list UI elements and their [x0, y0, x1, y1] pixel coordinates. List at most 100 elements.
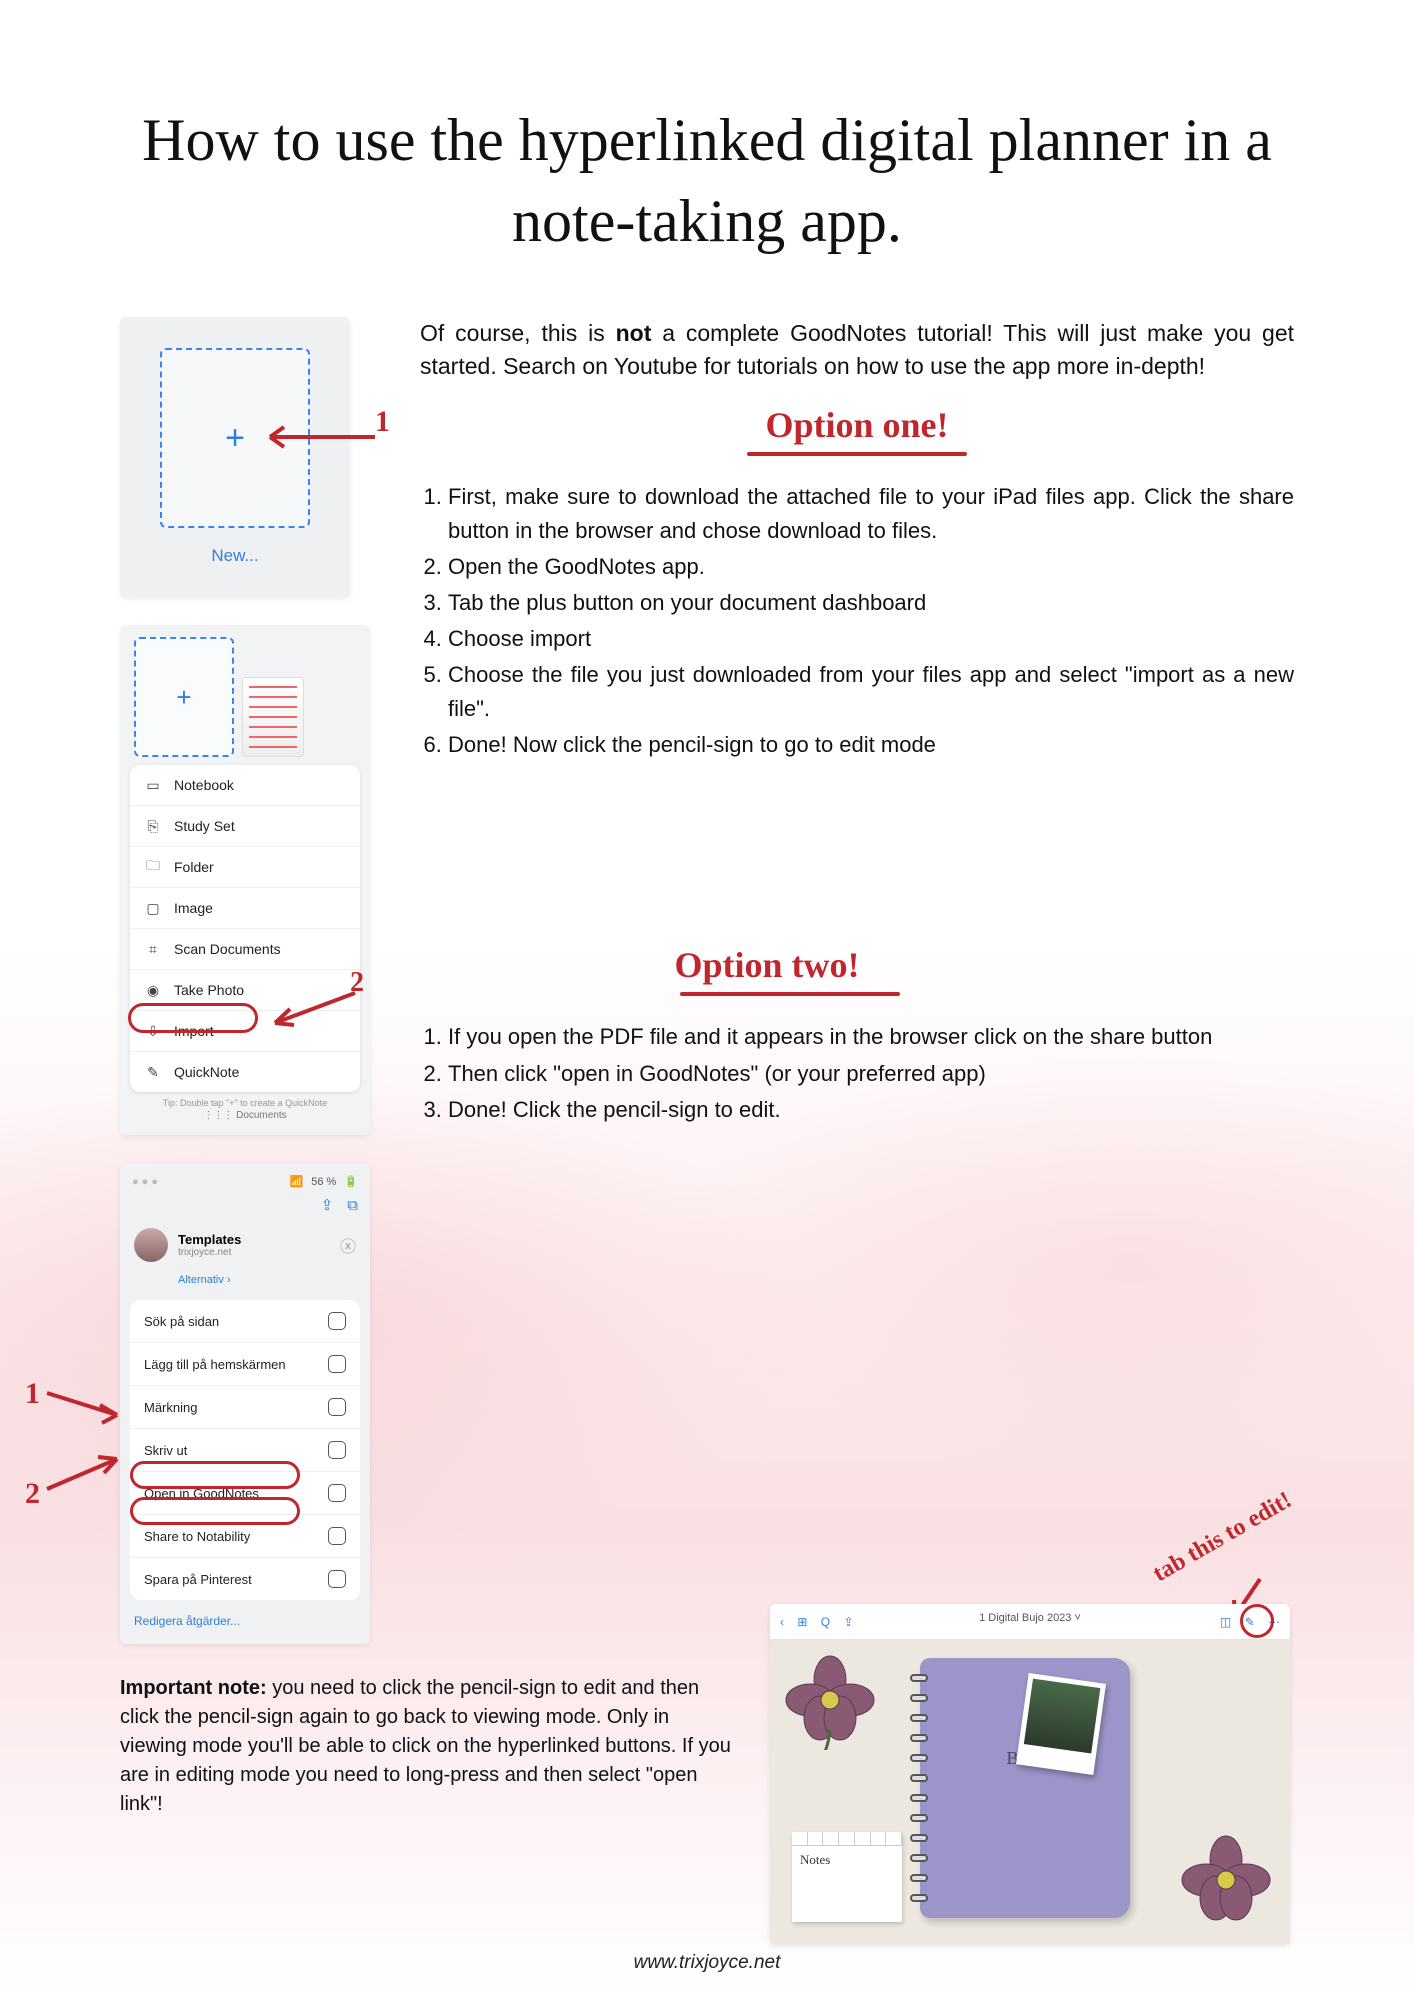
action-icon	[328, 1441, 346, 1459]
footer-url: www.trixjoyce.net	[0, 1952, 1414, 1974]
menu-item-notebook: ▭ Notebook	[130, 765, 360, 806]
mini-new-box: +	[134, 637, 234, 757]
quicknote-icon: ✎	[144, 1063, 162, 1081]
menu-item-label: Take Photo	[174, 982, 244, 998]
option-one-steps: First, make sure to download the attache…	[420, 480, 1294, 763]
sticky-note: Notes	[792, 1832, 902, 1922]
important-note: Important note: you need to click the pe…	[120, 1674, 740, 1819]
share-item-label: Skriv ut	[144, 1443, 187, 1458]
scan-icon: ⌗	[144, 940, 162, 958]
arrow-annotation-1b	[42, 1385, 127, 1425]
screenshot-new-document: + New... 1	[120, 317, 350, 597]
step-item: Open the GoodNotes app.	[448, 550, 1294, 584]
share-item-open-in-goodnotes: Open in GoodNotes	[130, 1472, 360, 1515]
planner-notebook-cover: BuJo	[920, 1658, 1130, 1918]
camera-icon: ◉	[144, 981, 162, 999]
annotation-number-1b: 1	[25, 1377, 40, 1411]
step-item: Done! Now click the pencil-sign to go to…	[448, 728, 1294, 762]
option-two-heading: Option two!	[240, 944, 1294, 986]
option-two-steps: If you open the PDF file and it appears …	[420, 1020, 1294, 1126]
share-icon: ⇪	[321, 1196, 334, 1214]
spiral-binding	[910, 1668, 930, 1908]
share-item-share-to-notability: Share to Notability	[130, 1515, 360, 1558]
menu-item-label: Import	[174, 1023, 214, 1039]
menu-item-image: ▢ Image	[130, 888, 360, 929]
step-item: Choose the file you just downloaded from…	[448, 658, 1294, 726]
arrow-annotation-2b	[42, 1447, 127, 1497]
step-item: If you open the PDF file and it appears …	[448, 1020, 1294, 1054]
action-icon	[328, 1398, 346, 1416]
menu-item-folder: 🗀 Folder	[130, 847, 360, 888]
image-icon: ▢	[144, 899, 162, 917]
menu-item-import: ⇩ Import	[130, 1011, 360, 1052]
action-icon	[328, 1570, 346, 1588]
share-item-m-rkning: Märkning	[130, 1386, 360, 1429]
step-item: Tab the plus button on your document das…	[448, 586, 1294, 620]
studyset-icon: ⎘	[144, 817, 162, 835]
step-item: Done! Click the pencil-sign to edit.	[448, 1093, 1294, 1127]
option-two-underline	[680, 992, 900, 996]
screenshot-share-sheet: ●●● 📶56 %🔋 ⇪ ⧉ Templates trixjoyce.net ⓧ…	[120, 1163, 370, 1644]
share-item-label: Share to Notability	[144, 1529, 250, 1544]
share-item-label: Lägg till på hemskärmen	[144, 1357, 286, 1372]
annotation-number-1a: 1	[375, 405, 390, 439]
import-icon: ⇩	[144, 1022, 162, 1040]
action-icon	[328, 1312, 346, 1330]
share-item-spara-p-pinterest: Spara på Pinterest	[130, 1558, 360, 1600]
share-toolbar: ⇪ ⧉	[120, 1192, 370, 1218]
share-edit-actions: Redigera åtgärder...	[120, 1606, 370, 1636]
annotation-number-2b: 2	[25, 1477, 40, 1511]
screenshot-create-menu: + ▭Notebook⎘Study Set🗀Folder▢Image⌗Scan …	[120, 625, 370, 1135]
share-item-label: Open in GoodNotes	[144, 1486, 259, 1501]
action-icon	[328, 1355, 346, 1373]
planner-document-title: 1 Digital Bujo 2023 ˅	[770, 1612, 1290, 1624]
mini-document-thumb	[242, 677, 304, 757]
share-status-bar: ●●● 📶56 %🔋	[120, 1171, 370, 1192]
share-item-label: Märkning	[144, 1400, 197, 1415]
step-item: First, make sure to download the attache…	[448, 480, 1294, 548]
new-document-dashed-box: +	[160, 348, 310, 528]
avatar	[134, 1228, 168, 1262]
folder-icon: 🗀	[144, 858, 162, 876]
flower-decoration	[780, 1650, 880, 1750]
status-icons: 📶56 %🔋	[282, 1175, 358, 1188]
action-icon	[328, 1527, 346, 1545]
share-sheet-subtitle: trixjoyce.net	[178, 1247, 241, 1258]
close-icon: ⓧ	[340, 1233, 356, 1257]
menu-item-study-set: ⎘ Study Set	[130, 806, 360, 847]
menu-item-label: Notebook	[174, 777, 234, 793]
menu-item-label: Folder	[174, 859, 214, 875]
copy-icon: ⧉	[347, 1197, 358, 1214]
page-title: How to use the hyperlinked digital plann…	[120, 100, 1294, 262]
menu-item-quicknote: ✎ QuickNote	[130, 1052, 360, 1092]
share-sheet-title: Templates	[178, 1232, 241, 1247]
plus-icon: +	[176, 682, 191, 713]
step-item: Choose import	[448, 622, 1294, 656]
documents-bottom-label: ⋮⋮⋮ Documents	[120, 1110, 370, 1125]
flower-decoration	[1176, 1830, 1276, 1930]
action-icon	[328, 1484, 346, 1502]
share-item-label: Spara på Pinterest	[144, 1572, 252, 1587]
step-item: Then click "open in GoodNotes" (or your …	[448, 1057, 1294, 1091]
share-alternativ-link: Alternativ ›	[120, 1272, 370, 1294]
option-one-underline	[747, 452, 967, 456]
share-item-s-k-p-sidan: Sök på sidan	[130, 1300, 360, 1343]
menu-item-label: QuickNote	[174, 1064, 239, 1080]
option-one-heading: Option one!	[420, 404, 1294, 446]
share-actions-list: Sök på sidan Lägg till på hemskärmen Märkn…	[130, 1300, 360, 1600]
share-item-label: Sök på sidan	[144, 1314, 219, 1329]
notebook-icon: ▭	[144, 776, 162, 794]
polaroid-photo	[1016, 1673, 1106, 1775]
share-item-skriv-ut: Skriv ut	[130, 1429, 360, 1472]
menu-item-label: Image	[174, 900, 213, 916]
pencil-highlight-circle	[1240, 1604, 1274, 1638]
screenshot-planner-open: ‹ ⊞ Q ⇪ ◫ ✎ ⋯ 1 Digital Bujo 2023 ˅	[770, 1604, 1290, 1944]
intro-paragraph: Of course, this is not a complete GoodNo…	[420, 317, 1294, 384]
menu-item-label: Study Set	[174, 818, 235, 834]
plus-icon: +	[225, 419, 245, 458]
new-document-label: New...	[211, 546, 258, 566]
create-menu-list: ▭Notebook⎘Study Set🗀Folder▢Image⌗Scan Do…	[130, 765, 360, 1092]
menu-tip-text: Tip: Double tap "+" to create a QuickNot…	[120, 1092, 370, 1110]
share-item-l-gg-till-p-hemsk-rmen: Lägg till på hemskärmen	[130, 1343, 360, 1386]
traffic-lights: ●●●	[132, 1176, 161, 1188]
